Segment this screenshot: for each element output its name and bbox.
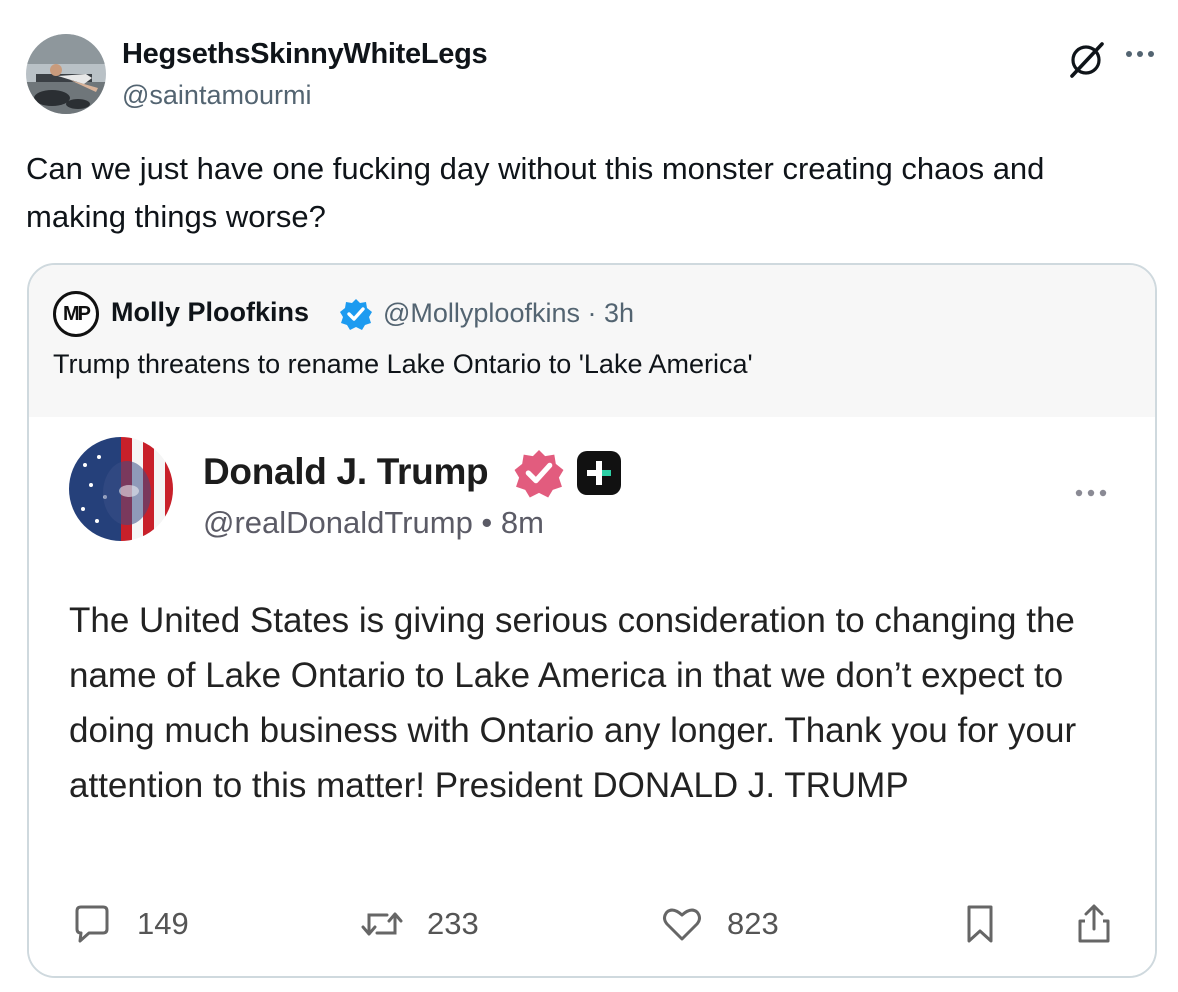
retruth-count: 233 [427,906,479,941]
reply-count: 149 [137,906,189,941]
trump-avatar [69,437,173,541]
more-icon [1071,483,1111,503]
reply-action: 149 [69,901,189,947]
grok-icon[interactable] [1064,36,1110,82]
more-icon[interactable] [1120,38,1160,68]
quoted-author-handle[interactable]: @Mollyploofkins · 3h [383,298,634,329]
verified-badge-icon [339,297,373,331]
embedded-author-name: Donald J. Trump [203,451,489,492]
quoted-tweet[interactable]: MP Molly Ploofkins @Mollyploofkins · 3h … [27,263,1157,978]
author-handle[interactable]: @saintamourmi [122,80,311,111]
quoted-author-avatar[interactable]: MP [53,291,99,337]
embedded-screenshot: Donald J. Trump @realDonaldTrump • 8m Th… [29,417,1155,976]
embedded-action-bar: 149 233 823 [69,901,1129,961]
retruth-action: 233 [359,901,479,947]
plus-badge-icon [577,451,621,495]
heart-icon [663,908,701,941]
bookmark-action [957,901,1003,947]
embedded-post-text: The United States is giving serious cons… [69,601,1077,805]
quoted-tweet-text: Trump threatens to rename Lake Ontario t… [53,349,753,379]
verified-badge-icon [513,447,565,499]
author-name[interactable]: HegsethsSkinnyWhiteLegs [122,38,488,71]
bookmark-icon [967,905,993,943]
quoted-author-name[interactable]: Molly Ploofkins [111,297,309,328]
share-action [1071,901,1117,947]
tweet: HegsethsSkinnyWhiteLegs @saintamourmi Ca… [0,0,1178,992]
like-count: 823 [727,906,779,941]
retruth-icon [361,912,403,936]
quoted-tweet-header: MP Molly Ploofkins @Mollyploofkins · 3h … [29,265,1155,417]
embedded-author-handle: @realDonaldTrump • 8m [203,505,544,540]
tweet-text: Can we just have one fucking day without… [26,151,1045,234]
like-action: 823 [659,901,779,947]
reply-icon [75,905,109,943]
share-icon [1078,904,1110,943]
author-avatar[interactable] [26,34,106,114]
